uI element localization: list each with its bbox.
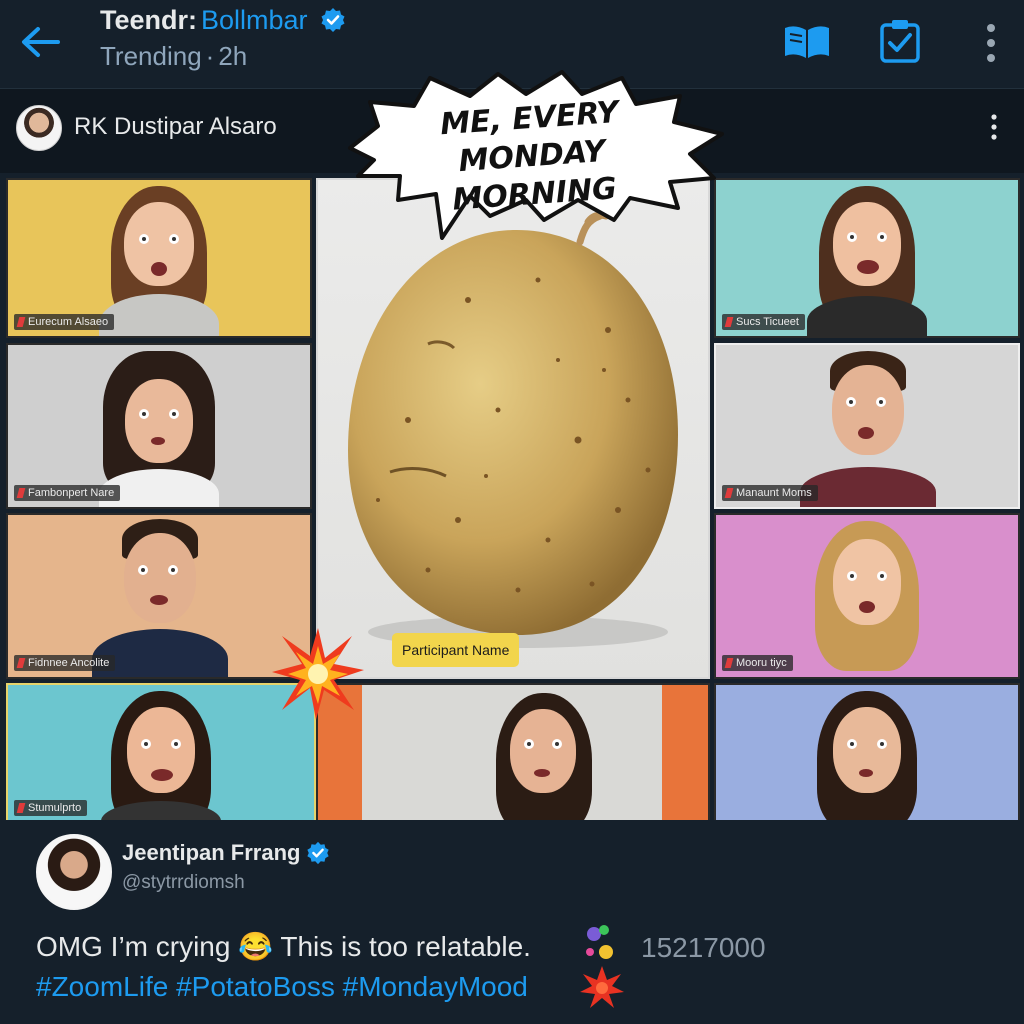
commenter-name-row[interactable]: Jeentipan Frrang [122, 840, 330, 866]
speech-bubble-text: ME, EVERY MONDAY MORNING [368, 89, 695, 225]
commenter-avatar[interactable] [36, 834, 112, 910]
participant-name-tag: Fidnnee Ancolite [14, 655, 116, 671]
participant-name: Eurecum Alsaeo [28, 316, 109, 328]
participant-figure [797, 521, 937, 677]
participant-figure [89, 351, 229, 507]
burst-icon [272, 628, 364, 720]
participant-name: Sucs Ticueet [736, 316, 799, 328]
post-time: 2h [218, 41, 248, 71]
video-tile[interactable] [714, 683, 1020, 824]
participant-name: Fidnnee Ancolite [28, 657, 110, 669]
commenter-handle[interactable]: @stytrrdiomsh [122, 872, 245, 894]
app: Teendr: Bollmbar Trending · 2h RK Dustip… [0, 0, 1024, 1024]
participant-figure [797, 691, 937, 822]
participant-figure [91, 691, 231, 822]
video-tile[interactable]: Fambonpert Nare [6, 343, 312, 509]
comment-text: OMG I’m crying 😂 This is too relatable. [36, 931, 531, 962]
trending-label: Trending [100, 41, 202, 71]
book-icon[interactable] [782, 22, 832, 62]
account-name[interactable]: Bollmbar [201, 4, 308, 36]
header-title: Teendr: Bollmbar [100, 4, 346, 36]
clipboard-check-icon[interactable] [878, 18, 922, 64]
video-tile[interactable]: Fidnnee Ancolite [6, 513, 312, 679]
author-avatar[interactable] [16, 105, 62, 151]
hashtag-row: #ZoomLife #PotatoBoss #MondayMood [36, 971, 528, 1003]
post-more-icon[interactable] [984, 112, 1004, 142]
hashtag-link[interactable]: #MondayMood [343, 971, 528, 1002]
hashtag-link[interactable]: #ZoomLife [36, 971, 168, 1002]
author-name[interactable]: RK Dustipar Alsaro [74, 113, 277, 141]
muted-mic-icon [16, 488, 26, 498]
participant-figure [474, 693, 614, 822]
potato-image [348, 211, 678, 648]
muted-mic-icon [724, 317, 734, 327]
reaction-count: 15217000 [641, 932, 766, 963]
commenter-name: Jeentipan Frrang [122, 840, 301, 865]
participant-name-tag: Stumulprto [14, 800, 88, 816]
hashtag-link[interactable]: #PotatoBoss [176, 971, 335, 1002]
video-tile[interactable]: Eurecum Alsaeo [6, 178, 312, 338]
video-tile[interactable] [316, 683, 710, 824]
more-vertical-icon[interactable] [978, 22, 1004, 66]
potato-video-tile[interactable] [316, 178, 710, 679]
muted-mic-icon [724, 658, 734, 668]
muted-mic-icon [16, 317, 26, 327]
app-title: Teendr: [100, 5, 198, 35]
participant-name-tag: Mooru tiyc [722, 655, 793, 671]
header-subtitle: Trending · 2h [100, 40, 346, 72]
video-tile[interactable]: Mooru tiyc [714, 513, 1020, 679]
header-title-block: Teendr: Bollmbar Trending · 2h [100, 4, 346, 72]
flower-burst-icon [580, 966, 624, 1008]
verified-icon [307, 841, 330, 865]
participant-name-tag: Manaunt Moms [722, 485, 818, 501]
participant-figure [797, 186, 937, 336]
confetti-icon [586, 925, 613, 959]
participant-name: Fambonpert Nare [28, 487, 115, 499]
muted-mic-icon [724, 488, 734, 498]
separator-dot: · [205, 41, 215, 71]
video-tile[interactable]: Sucs Ticueet [714, 178, 1020, 338]
video-tile[interactable]: Manaunt Moms [714, 343, 1020, 509]
muted-mic-icon [16, 658, 26, 668]
participant-name: Mooru tiyc [736, 657, 787, 669]
participant-name: Stumulprto [28, 802, 82, 814]
back-arrow-icon[interactable] [18, 22, 64, 62]
participant-name-tag: Eurecum Alsaeo [14, 314, 115, 330]
muted-mic-icon [16, 803, 26, 813]
center-participant-name-tag: Participant Name [392, 633, 520, 667]
participant-name-tag: Fambonpert Nare [14, 485, 121, 501]
participant-name-tag: Sucs Ticueet [722, 314, 805, 330]
verified-icon [321, 8, 345, 32]
participant-name: Manaunt Moms [736, 487, 812, 499]
